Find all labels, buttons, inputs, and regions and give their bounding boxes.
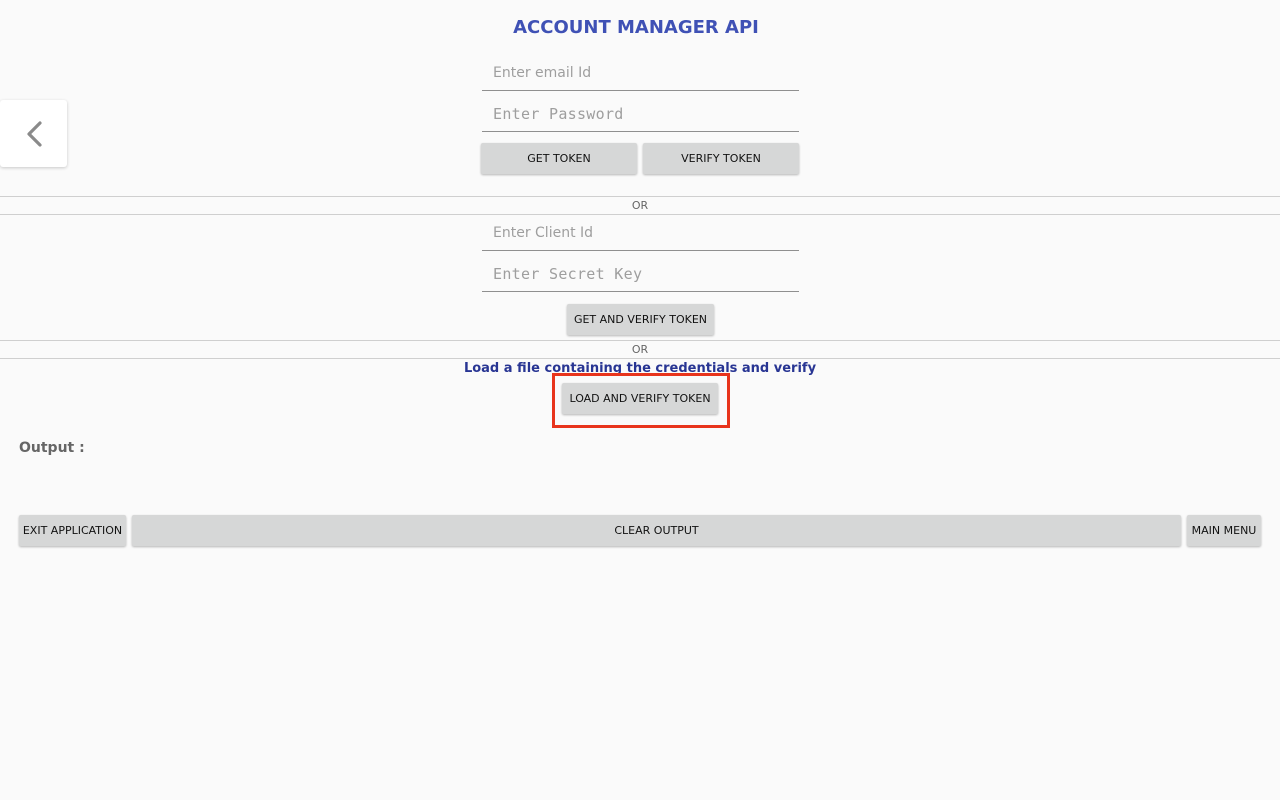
page-title: ACCOUNT MANAGER API (513, 17, 759, 38)
chevron-left-icon (26, 120, 42, 147)
secret-key-field-container (482, 257, 799, 292)
divider-top-1 (0, 196, 1280, 197)
password-field[interactable] (482, 97, 799, 131)
secret-key-field[interactable] (482, 257, 799, 291)
output-label: Output : (19, 440, 85, 456)
clear-output-button[interactable]: CLEAR OUTPUT (132, 515, 1181, 546)
client-id-field-container (482, 216, 799, 251)
password-field-container (482, 97, 799, 132)
output-text (19, 462, 1259, 502)
or-separator-2: OR (631, 343, 649, 356)
divider-bottom-1 (0, 214, 1280, 215)
load-and-verify-token-button[interactable]: LOAD AND VERIFY TOKEN (562, 383, 718, 414)
or-separator-1: OR (631, 199, 649, 212)
divider-bottom-2 (0, 358, 1280, 359)
main-menu-button[interactable]: MAIN MENU (1187, 515, 1261, 546)
get-and-verify-token-button[interactable]: GET AND VERIFY TOKEN (567, 304, 714, 335)
client-id-field[interactable] (482, 216, 799, 250)
get-token-button[interactable]: GET TOKEN (481, 143, 637, 174)
email-field[interactable] (482, 56, 799, 90)
exit-application-button[interactable]: EXIT APPLICATION (19, 515, 126, 546)
verify-token-button[interactable]: VERIFY TOKEN (643, 143, 799, 174)
email-field-container (482, 56, 799, 91)
back-button[interactable] (0, 100, 67, 167)
divider-top-2 (0, 340, 1280, 341)
